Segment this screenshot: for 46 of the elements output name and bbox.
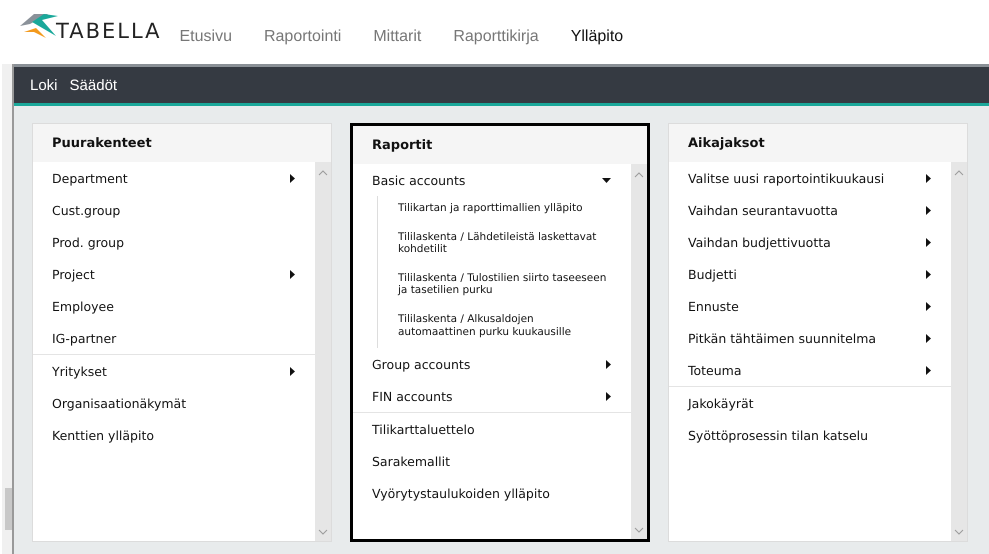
scroll-up-icon[interactable] — [954, 170, 964, 176]
menu-item[interactable]: Employee — [33, 290, 315, 322]
scroll-down-icon[interactable] — [634, 527, 644, 533]
subnav-link[interactable]: Loki — [30, 76, 58, 94]
menu-item[interactable]: Vaihdan budjettivuotta — [669, 226, 951, 258]
menu-item[interactable]: Project — [33, 258, 315, 290]
menu-item[interactable]: Jakokäyrät — [669, 387, 951, 419]
menu-item[interactable]: Yritykset — [33, 355, 315, 387]
menu-item[interactable]: Sarakemallit — [353, 445, 631, 478]
menu-item[interactable]: Vyörytystaulukoiden ylläpito — [353, 477, 631, 510]
submenu-item[interactable]: Tililaskenta / Lähdetileistä laskettavat kohdetilit — [398, 224, 631, 266]
menu-item[interactable]: Basic accounts — [353, 164, 631, 196]
menu-item[interactable]: Group accounts — [353, 348, 631, 380]
menu-item[interactable]: Pitkän tähtäimen suunnitelma — [669, 322, 951, 354]
nav-tab[interactable]: Raportointi — [264, 28, 342, 46]
scrollbar-thumb[interactable] — [5, 488, 12, 530]
menu-item[interactable]: Ennuste — [669, 290, 951, 322]
scroll-up-icon[interactable] — [634, 172, 644, 178]
menu-item[interactable]: Cust.group — [33, 194, 315, 226]
subnav-link[interactable]: Säädöt — [70, 76, 118, 94]
nav-tab[interactable]: Ylläpito — [570, 28, 624, 46]
menu-item[interactable]: Budjetti — [669, 258, 951, 290]
scroll-down-icon[interactable] — [954, 529, 964, 535]
panel-title: Raportit — [353, 126, 647, 164]
panel-title: Puurakenteet — [33, 124, 331, 162]
scroll-down-icon[interactable] — [318, 529, 328, 535]
nav-tab[interactable]: Etusivu — [180, 28, 232, 46]
logo-text: TABELLA — [56, 21, 162, 42]
menu-item[interactable]: Valitse uusi raportointikuukausi — [669, 162, 951, 194]
menu-item[interactable]: Kenttien ylläpito — [33, 419, 315, 451]
menu-item[interactable]: Syöttöprosessin tilan katselu — [669, 419, 951, 451]
nav-tab[interactable]: Mittarit — [373, 28, 422, 46]
menu-item[interactable]: Prod. group — [33, 226, 315, 258]
menu-item[interactable]: Toteuma — [669, 354, 951, 386]
menu-item[interactable]: Organisaationäkymät — [33, 387, 315, 419]
menu-item[interactable]: FIN accounts — [353, 380, 631, 412]
menu-item[interactable]: Department — [33, 162, 315, 194]
submenu-item[interactable]: Tililaskenta / Alkusaldojen automaattinen purku kuukausille — [398, 306, 631, 348]
nav-tab[interactable]: Raporttikirja — [453, 28, 539, 46]
submenu-item[interactable]: Tililaskenta / Tulostilien siirto taseeseen ja tasetilien purku — [398, 266, 631, 307]
scroll-up-icon[interactable] — [318, 170, 328, 176]
panel-title: Aikajaksot — [669, 124, 967, 162]
menu-item[interactable]: IG-partner — [33, 322, 315, 354]
menu-item[interactable]: Tilikarttaluettelo — [353, 413, 631, 446]
menu-item[interactable]: Vaihdan seurantavuotta — [669, 194, 951, 226]
submenu-item[interactable]: Tilikartan ja raporttimallien ylläpito — [398, 196, 631, 225]
